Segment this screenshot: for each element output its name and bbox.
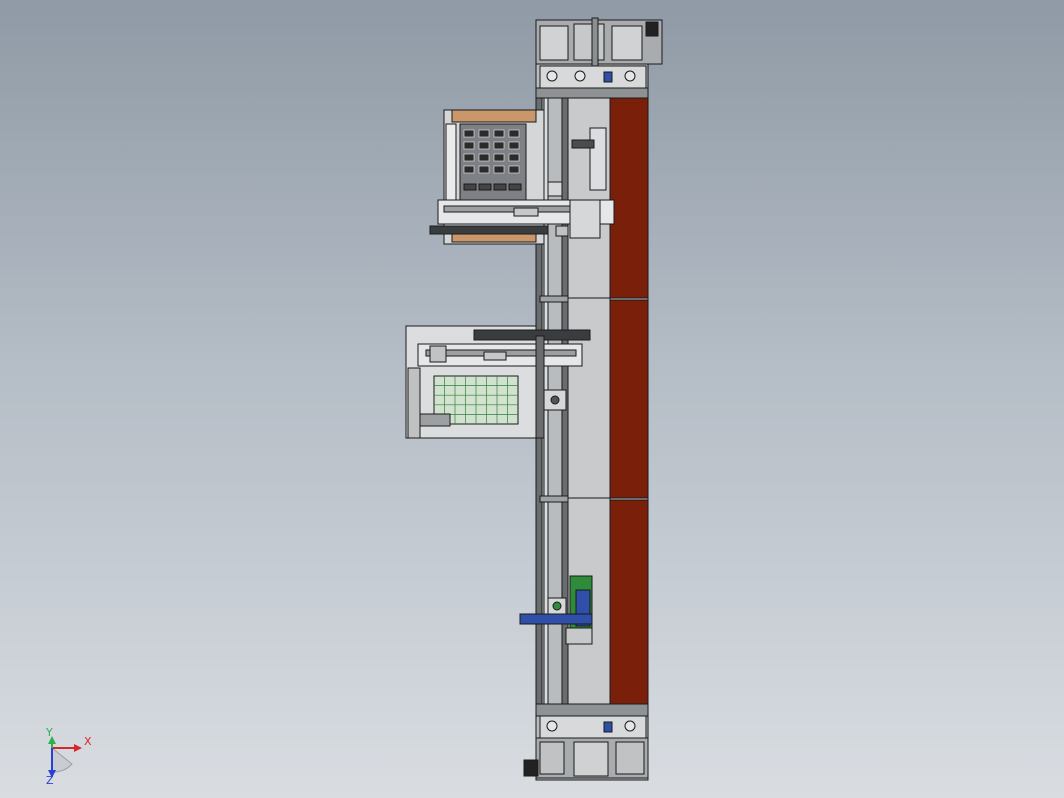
tray-cell bbox=[463, 153, 475, 162]
top-bracket-mid bbox=[573, 23, 605, 61]
tray-cell bbox=[493, 153, 505, 162]
bottom-bracket-left bbox=[539, 741, 565, 775]
bottom-sensor-icon bbox=[552, 601, 562, 611]
belt-segment-3 bbox=[609, 499, 649, 705]
top-crossbar bbox=[535, 87, 649, 99]
tray-cell bbox=[508, 153, 520, 162]
bottom-arm-blue bbox=[519, 613, 593, 625]
assembly-drawing: X Y Z bbox=[45, 17, 663, 787]
tray-slot bbox=[508, 183, 522, 191]
tray-slot bbox=[493, 183, 507, 191]
lower-gantry-head bbox=[429, 345, 447, 363]
tray-cell bbox=[493, 141, 505, 150]
roller-icon bbox=[624, 720, 636, 732]
x-axis-label: X bbox=[84, 735, 92, 748]
cad-viewport[interactable]: X Y Z bbox=[0, 0, 1064, 798]
tray-cell bbox=[508, 165, 520, 174]
bed-panel-2 bbox=[567, 297, 611, 499]
bottom-crossbar bbox=[535, 703, 649, 717]
coordinate-triad: X Y Z bbox=[45, 726, 92, 787]
roller-icon bbox=[546, 70, 558, 82]
upper-wood-plate-top bbox=[451, 109, 537, 123]
lower-station-post bbox=[407, 367, 421, 439]
upper-gantry-belt bbox=[429, 225, 549, 235]
top-bracket-right bbox=[611, 25, 643, 61]
lower-gantry-belt bbox=[473, 329, 591, 341]
small-bracket bbox=[547, 181, 563, 197]
sensor-blue bbox=[603, 71, 613, 83]
roller-icon bbox=[574, 70, 586, 82]
belt-segment-1 bbox=[609, 97, 649, 299]
tray-cell bbox=[478, 165, 490, 174]
tray-cell bbox=[478, 141, 490, 150]
rail-joint bbox=[539, 295, 569, 303]
lower-gantry-carriage bbox=[483, 351, 507, 361]
lower-clamp bbox=[419, 413, 451, 427]
tray-cell bbox=[463, 141, 475, 150]
pick-module-arm bbox=[571, 139, 595, 149]
tray-cell bbox=[493, 129, 505, 138]
bottom-motor bbox=[523, 759, 539, 777]
bottom-base bbox=[565, 627, 593, 645]
tray-cell bbox=[463, 165, 475, 174]
top-motor bbox=[645, 21, 659, 37]
belt-segment-2 bbox=[609, 299, 649, 499]
tray-cell bbox=[478, 129, 490, 138]
tray-cell bbox=[508, 141, 520, 150]
triad-shadow bbox=[51, 746, 73, 773]
upper-gantry-clamp bbox=[555, 225, 569, 237]
bottom-box bbox=[573, 741, 609, 777]
upper-gantry-head bbox=[569, 199, 601, 239]
z-axis-label: Z bbox=[46, 774, 54, 787]
y-axis-label: Y bbox=[45, 726, 53, 739]
tray-cell bbox=[493, 165, 505, 174]
roller-icon bbox=[546, 720, 558, 732]
pick-module-upper bbox=[589, 127, 607, 191]
top-bracket-left bbox=[539, 25, 569, 61]
tray-slot bbox=[463, 183, 477, 191]
bottom-bracket-right bbox=[615, 741, 645, 775]
bolt-icon bbox=[550, 395, 560, 405]
x-arrow-icon bbox=[74, 744, 82, 752]
tray-cell bbox=[508, 129, 520, 138]
tray-slot bbox=[478, 183, 492, 191]
roller-icon bbox=[624, 70, 636, 82]
lower-station-rail bbox=[535, 335, 545, 439]
sensor-blue bbox=[603, 721, 613, 733]
tray-cell bbox=[478, 153, 490, 162]
upper-gantry-carriage bbox=[513, 207, 539, 217]
upper-loader-post bbox=[445, 123, 457, 201]
tray-cell bbox=[463, 129, 475, 138]
rail-joint bbox=[539, 495, 569, 503]
